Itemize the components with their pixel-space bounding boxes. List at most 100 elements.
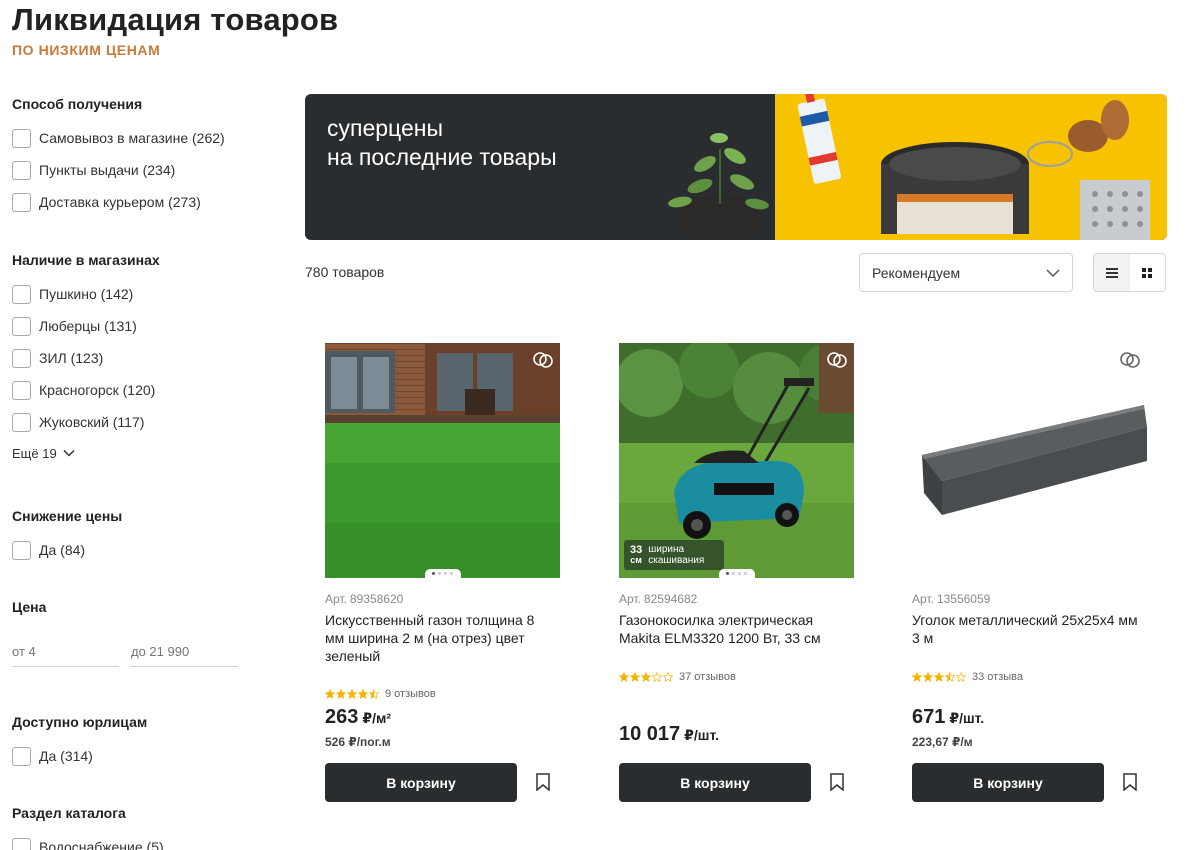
checkbox[interactable] xyxy=(12,192,31,212)
checkbox[interactable] xyxy=(12,128,31,148)
checkbox[interactable] xyxy=(12,380,31,400)
filter-option-catalog[interactable]: Водоснабжение (5) xyxy=(12,831,252,850)
filter-option-store[interactable]: Люберцы (131) xyxy=(12,310,252,342)
sku-value: 82594682 xyxy=(643,592,698,606)
product-price: 671 ₽/шт. xyxy=(912,706,984,729)
star-icon xyxy=(325,689,335,699)
star-icon xyxy=(619,672,629,682)
review-count[interactable]: 37 отзывов xyxy=(679,671,736,683)
filter-title: Цена xyxy=(12,599,47,615)
bookmark-icon[interactable] xyxy=(1120,771,1140,793)
product-card[interactable]: 33 см ширина скашивания Арт. 82594682 Газ… xyxy=(619,343,855,802)
filter-option-label: Да (314) xyxy=(39,748,93,764)
filter-title: Наличие в магазинах xyxy=(12,252,160,268)
filter-option-label: Да (84) xyxy=(39,542,86,558)
rating-stars xyxy=(325,689,379,699)
filter-option-store[interactable]: Пушкино (142) xyxy=(12,278,252,310)
product-rating: 33 отзыва xyxy=(912,671,1023,683)
product-sku: Арт. 89358620 xyxy=(325,592,403,606)
product-count: 780 товаров xyxy=(305,264,385,280)
page-subtitle: ПО НИЗКИМ ЦЕНАМ xyxy=(12,42,161,58)
product-rating: 9 отзывов xyxy=(325,688,436,700)
filter-catalog: Раздел каталога Водоснабжение (5) xyxy=(12,805,252,850)
chevron-down-icon xyxy=(1046,268,1060,277)
review-count[interactable]: 9 отзывов xyxy=(385,688,436,700)
product-card[interactable]: Арт. 13556059 Уголок металлический 25х25х… xyxy=(912,343,1148,802)
add-to-cart-button[interactable]: В корзину xyxy=(325,763,517,802)
promo-banner[interactable]: суперцены на последние товары xyxy=(305,94,1167,240)
chevron-down-icon xyxy=(63,449,75,457)
image-carousel-dots xyxy=(424,569,461,578)
star-icon xyxy=(358,689,368,699)
checkbox[interactable] xyxy=(12,316,31,336)
checkbox[interactable] xyxy=(12,348,31,368)
checkbox[interactable] xyxy=(12,837,31,850)
filter-delivery: Способ получения Самовывоз в магазине (2… xyxy=(12,96,252,218)
filter-option-store[interactable]: ЗИЛ (123) xyxy=(12,342,252,374)
filter-option-store[interactable]: Красногорск (120) xyxy=(12,374,252,406)
filter-option-store[interactable]: Жуковский (117) xyxy=(12,406,252,438)
badge-number: 33 xyxy=(630,544,643,556)
filter-price: Цена xyxy=(12,599,252,667)
price-to-input[interactable] xyxy=(131,637,238,667)
filter-option-label: Водоснабжение (5) xyxy=(39,839,164,850)
show-more-stores-button[interactable]: Ещё 19 xyxy=(12,442,252,464)
filter-title: Снижение цены xyxy=(12,508,123,524)
filter-option-courier[interactable]: Доставка курьером (273) xyxy=(12,186,252,218)
badge-text-2: скашивания xyxy=(648,555,705,566)
sku-label: Арт. xyxy=(619,592,641,606)
sort-select[interactable]: Рекомендуем xyxy=(859,253,1073,292)
price-value: 10 017 xyxy=(619,723,681,745)
compare-icon[interactable] xyxy=(826,349,848,371)
checkbox[interactable] xyxy=(12,284,31,304)
bookmark-icon[interactable] xyxy=(827,771,847,793)
checkbox[interactable] xyxy=(12,160,31,180)
add-to-cart-button[interactable]: В корзину xyxy=(619,763,811,802)
review-count[interactable]: 33 отзыва xyxy=(972,671,1023,683)
bookmark-icon[interactable] xyxy=(533,771,553,793)
filter-title: Доступно юрлицам xyxy=(12,714,148,730)
grid-view-button[interactable] xyxy=(1129,254,1165,291)
sort-select-value: Рекомендуем xyxy=(872,264,961,281)
rating-stars xyxy=(912,672,966,682)
filter-option-label: Люберцы (131) xyxy=(39,318,137,334)
filter-option-label: Доставка курьером (273) xyxy=(39,194,201,210)
product-image[interactable]: 33 см ширина скашивания xyxy=(619,343,854,578)
product-name[interactable]: Газонокосилка электрическая Makita ELM33… xyxy=(619,611,851,647)
filter-option-discount[interactable]: Да (84) xyxy=(12,534,252,566)
product-name[interactable]: Искусственный газон толщина 8 мм ширина … xyxy=(325,611,557,665)
page-title: Ликвидация товаров xyxy=(12,2,339,37)
metal-angle-image xyxy=(912,343,1147,578)
filter-option-pickup[interactable]: Самовывоз в магазине (262) xyxy=(12,122,252,154)
badge-text-1: ширина xyxy=(648,544,685,555)
image-carousel-dots xyxy=(718,569,755,578)
filter-option-label: Жуковский (117) xyxy=(39,414,145,430)
badge-unit: см xyxy=(630,555,642,565)
product-name[interactable]: Уголок металлический 25х25х4 мм 3 м xyxy=(912,611,1144,647)
product-price: 263 ₽/м² xyxy=(325,706,391,729)
filter-option-pickup-points[interactable]: Пункты выдачи (234) xyxy=(12,154,252,186)
filter-option-legal[interactable]: Да (314) xyxy=(12,740,252,772)
star-icon xyxy=(956,672,966,682)
add-to-cart-button[interactable]: В корзину xyxy=(912,763,1104,802)
product-image[interactable] xyxy=(912,343,1147,578)
price-from-input[interactable] xyxy=(12,637,119,667)
checkbox[interactable] xyxy=(12,540,31,560)
price-per-unit: 526 ₽/пог.м xyxy=(325,735,391,749)
filter-title: Способ получения xyxy=(12,96,143,112)
price-unit: ₽/шт. xyxy=(949,710,985,726)
star-icon xyxy=(652,672,662,682)
grid-icon xyxy=(1142,267,1153,278)
checkbox[interactable] xyxy=(12,412,31,432)
product-card[interactable]: Арт. 89358620 Искусственный газон толщина… xyxy=(325,343,561,802)
checkbox[interactable] xyxy=(12,746,31,766)
list-view-button[interactable] xyxy=(1094,254,1130,291)
filter-option-label: ЗИЛ (123) xyxy=(39,350,104,366)
sku-value: 89358620 xyxy=(349,592,404,606)
product-image[interactable] xyxy=(325,343,560,578)
compare-icon[interactable] xyxy=(532,349,554,371)
star-icon xyxy=(347,689,357,699)
compare-icon[interactable] xyxy=(1119,349,1141,371)
filter-option-label: Пушкино (142) xyxy=(39,286,134,302)
filter-stores: Наличие в магазинах Пушкино (142) Люберц… xyxy=(12,252,252,464)
